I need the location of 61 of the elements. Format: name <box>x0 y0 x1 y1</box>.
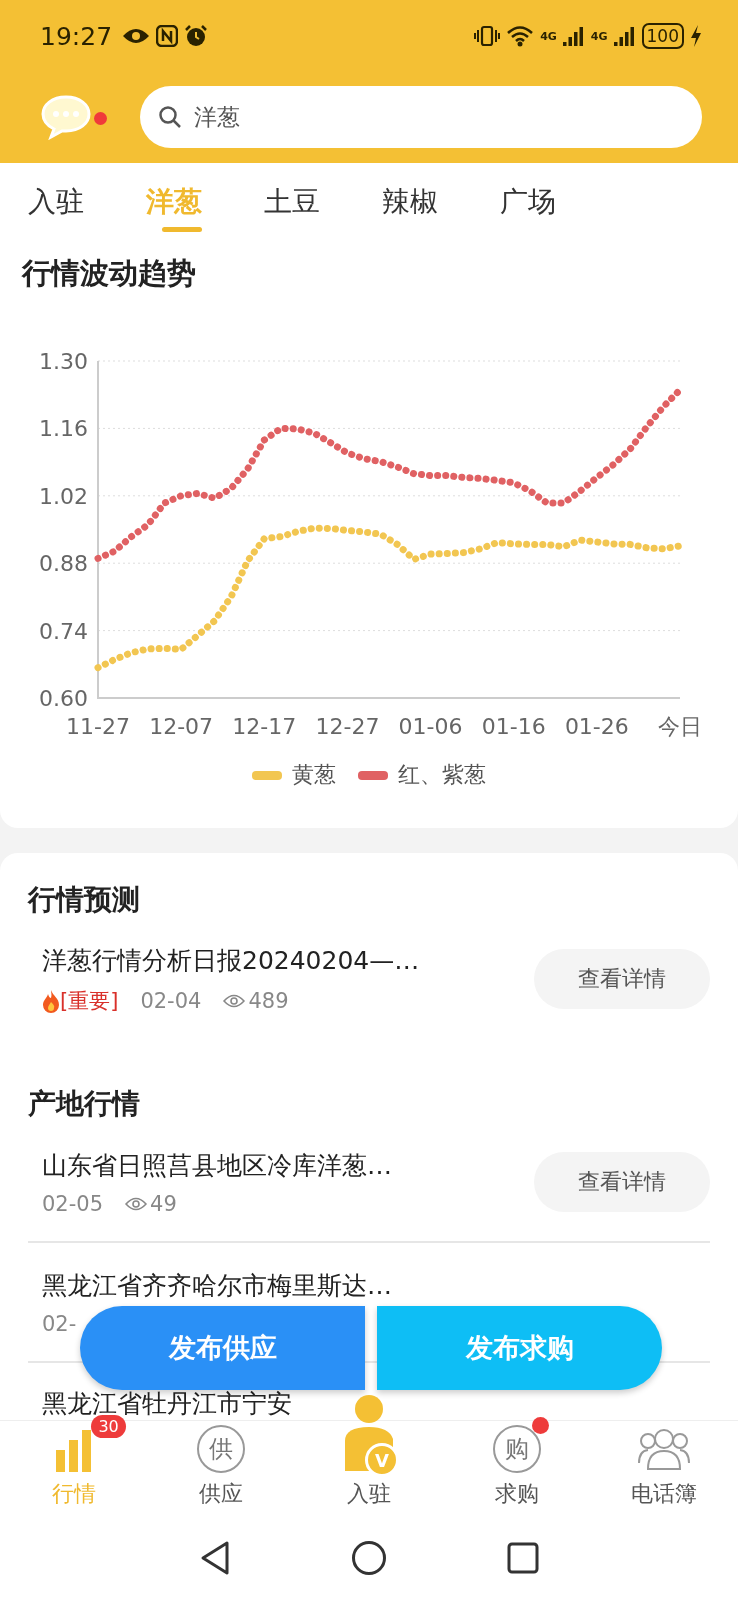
back-icon[interactable] <box>199 1539 231 1576</box>
article-title[interactable]: 山东省日照莒县地区冷库洋葱… <box>42 1148 392 1182</box>
section-title: 产地行情 <box>28 1086 141 1122</box>
clock-time: 19:27 <box>40 21 113 51</box>
x-axis-label: 12-07 <box>149 714 214 739</box>
section-title: 行情波动趋势 <box>22 255 197 292</box>
y-axis-label: 1.30 <box>39 349 88 374</box>
category-tab[interactable]: 入驻 <box>28 163 146 240</box>
y-axis-label: 0.88 <box>39 551 88 577</box>
y-axis-label: 1.02 <box>39 483 88 509</box>
wifi-icon <box>506 25 535 47</box>
alarm-icon <box>184 24 209 48</box>
publish-date: 02-04 <box>140 988 202 1013</box>
y-axis-label: 1.16 <box>39 416 88 442</box>
network-type: 4G <box>590 30 608 42</box>
vibrate-icon <box>474 25 501 47</box>
section-title: 行情预测 <box>28 882 141 918</box>
x-axis-label: 01-06 <box>398 714 463 739</box>
category-tab[interactable]: 辣椒 <box>382 163 500 240</box>
x-axis-label: 12-17 <box>232 714 297 739</box>
view-count: 489 <box>248 988 289 1013</box>
count-badge: 30 <box>91 1415 126 1438</box>
eye-icon <box>223 993 246 1008</box>
nav-tab[interactable]: 电话簿 <box>631 1479 698 1509</box>
signal-icon <box>562 26 585 46</box>
importance-tag: [重要] <box>60 986 119 1015</box>
x-axis-label: 01-26 <box>564 714 629 739</box>
publish-date: 02- <box>42 1311 77 1336</box>
x-axis-label: 今日 <box>658 714 702 739</box>
network-type: 4G <box>540 30 557 42</box>
search-icon <box>158 105 182 129</box>
x-axis-label: 11-27 <box>66 714 130 739</box>
article-title[interactable]: 黑龙江省齐齐哈尔市梅里斯达… <box>42 1268 392 1302</box>
y-axis-label: 0.74 <box>39 618 88 644</box>
details-button[interactable]: 查看详情 <box>534 949 710 1009</box>
nfc-icon <box>156 25 179 47</box>
medal-icon: 供 <box>197 1425 246 1473</box>
nav-tab[interactable]: 入驻 <box>347 1479 391 1509</box>
article-title[interactable]: 黑龙江省牡丹江市宁安 <box>42 1392 292 1416</box>
search-field[interactable]: 洋葱 <box>140 86 702 148</box>
x-axis-label: 01-16 <box>481 714 546 739</box>
chat-bubble-icon <box>40 94 92 140</box>
legend-label: 黄葱 <box>292 761 336 789</box>
signal-icon <box>613 26 636 46</box>
home-icon[interactable] <box>351 1539 387 1576</box>
nav-tab[interactable]: 供应 <box>199 1479 244 1509</box>
publish-date: 02-05 <box>42 1191 104 1216</box>
eye-icon <box>125 1196 148 1211</box>
eye-icon <box>122 27 151 45</box>
category-tab[interactable]: 土豆 <box>264 163 382 240</box>
nav-tab[interactable]: 求购 <box>494 1479 539 1509</box>
legend-label: 红、紫葱 <box>398 761 486 789</box>
people-icon <box>637 1427 692 1471</box>
category-tab[interactable]: 广场 <box>500 163 618 240</box>
battery-level: 100 <box>641 23 684 49</box>
x-axis-label: 12-27 <box>315 714 380 739</box>
view-count: 49 <box>150 1191 177 1216</box>
recent-apps-icon[interactable] <box>507 1541 539 1574</box>
details-button[interactable]: 查看详情 <box>534 1152 710 1212</box>
y-axis-label: 0.60 <box>39 686 88 711</box>
article-title[interactable]: 洋葱行情分析日报20240204—… <box>42 943 420 977</box>
